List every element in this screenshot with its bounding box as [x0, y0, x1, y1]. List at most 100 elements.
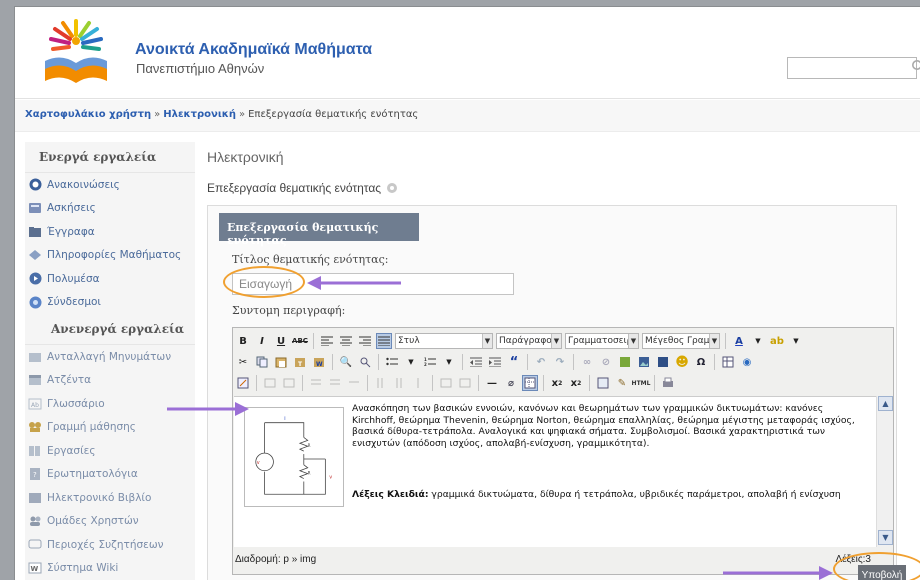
remove-format-icon[interactable]: ⌀	[503, 375, 519, 391]
sidebar-item-documents[interactable]: Έγγραφα	[25, 220, 195, 244]
print-icon[interactable]	[660, 375, 676, 391]
justify-icon[interactable]	[376, 333, 392, 349]
toolbar-separator	[725, 333, 726, 349]
bullet-list-icon[interactable]	[384, 354, 400, 370]
delete-row-icon[interactable]	[346, 375, 362, 391]
redo-icon[interactable]: ↷	[552, 354, 568, 370]
annotation-arrow-icon	[167, 402, 249, 416]
sidebar-item-course-info[interactable]: Πληροφορίες Μαθήματος	[25, 244, 195, 268]
numbered-list-icon[interactable]: 12	[422, 354, 438, 370]
image-icon[interactable]	[636, 354, 652, 370]
chevron-down-icon[interactable]: ▼	[441, 354, 457, 370]
font-size-select[interactable]: Μέγεθος Γραμ ▼	[642, 333, 720, 349]
editor-scrollbar[interactable]: ▲ ▼	[876, 396, 893, 547]
sidebar-item-forums[interactable]: Περιοχές Συζητήσεων	[25, 533, 195, 557]
paste-text-icon[interactable]: T	[292, 354, 308, 370]
sidebar-item-user-groups[interactable]: Ομάδες Χρηστών	[25, 510, 195, 534]
merge-cells-icon[interactable]	[457, 375, 473, 391]
delete-col-icon[interactable]	[411, 375, 427, 391]
toolbar-separator	[462, 354, 463, 370]
chevron-down-icon[interactable]: ▼	[788, 333, 804, 349]
highlight-color-icon[interactable]: ab	[769, 333, 785, 349]
description-label: Συντομη περιγραφή:	[232, 304, 346, 317]
sidebar-item-multimedia[interactable]: Πολυμέσα	[25, 267, 195, 291]
sidebar-item-announcements[interactable]: Ανακοινώσεις	[25, 173, 195, 197]
html-icon[interactable]: HTML	[632, 375, 651, 391]
scroll-up-icon[interactable]: ▲	[878, 396, 893, 411]
site-title[interactable]: Ανοικτά Ακαδημαϊκά Μαθήματα	[135, 41, 372, 59]
insert-row-icon[interactable]	[308, 375, 324, 391]
paste-icon[interactable]	[273, 354, 289, 370]
emoticon-icon[interactable]: ☻	[674, 354, 690, 370]
paragraph-select[interactable]: Παράγραφος ▼	[496, 333, 562, 349]
gear-icon[interactable]	[385, 181, 399, 195]
search-input[interactable]	[787, 57, 917, 79]
sidebar-item-links[interactable]: Σύνδεσμοι	[25, 291, 195, 315]
chevron-down-icon[interactable]: ▼	[403, 354, 419, 370]
sidebar-item-label: Ομάδες Χρηστών	[47, 515, 139, 528]
preview-icon[interactable]: ◉	[739, 354, 755, 370]
strikethrough-icon[interactable]: ABC	[292, 333, 308, 349]
cleanup-icon[interactable]: ✎	[614, 375, 630, 391]
superscript-icon[interactable]: x2	[568, 375, 584, 391]
paste-word-icon[interactable]: W	[311, 354, 327, 370]
editor-content[interactable]: v v i R R Ανασκόπηση των βασικών εννοιών…	[234, 396, 876, 547]
blockquote-icon[interactable]: “	[506, 354, 522, 370]
sidebar-item-agenda[interactable]: Ατζέντα	[25, 369, 195, 393]
split-cells-icon[interactable]	[438, 375, 454, 391]
breadcrumb-portfolio-link[interactable]: Χαρτοφυλάκιο χρήστη	[25, 109, 151, 120]
find-icon[interactable]: 🔍	[338, 354, 354, 370]
link-icon[interactable]: ∞	[579, 354, 595, 370]
text-color-icon[interactable]: A	[731, 333, 747, 349]
sidebar-item-assignments[interactable]: Εργασίες	[25, 439, 195, 463]
insert-row-after-icon[interactable]	[327, 375, 343, 391]
code-icon[interactable]	[595, 375, 611, 391]
scroll-down-icon[interactable]: ▼	[878, 530, 893, 545]
edit-css-icon[interactable]	[235, 375, 251, 391]
italic-icon[interactable]: I	[254, 333, 270, 349]
toolbar-separator	[432, 375, 433, 391]
course-description: Ανασκόπηση των βασικών εννοιών, κανόνων …	[352, 403, 855, 449]
align-right-icon[interactable]	[357, 333, 373, 349]
outdent-icon[interactable]	[468, 354, 484, 370]
circuit-diagram-image[interactable]: v v i R R	[244, 407, 344, 507]
table-cell-icon[interactable]	[281, 375, 297, 391]
align-center-icon[interactable]	[338, 333, 354, 349]
toolbar-separator	[714, 354, 715, 370]
indent-icon[interactable]	[487, 354, 503, 370]
bold-icon[interactable]: B	[235, 333, 251, 349]
sidebar-item-ebook[interactable]: Ηλεκτρονικό Βιβλίο	[25, 486, 195, 510]
style-select[interactable]: Στυλ ▼	[395, 333, 493, 349]
sidebar-item-learning-path[interactable]: Γραμμή μάθησης	[25, 416, 195, 440]
info-icon	[28, 248, 42, 262]
breadcrumb-course-link[interactable]: Ηλεκτρονική	[163, 109, 236, 120]
special-char-icon[interactable]: Ω	[693, 354, 709, 370]
media-icon[interactable]	[655, 354, 671, 370]
sidebar-item-wiki[interactable]: W Σύστημα Wiki	[25, 557, 195, 580]
visual-aid-icon[interactable]	[522, 375, 538, 391]
table-row-icon[interactable]	[262, 375, 278, 391]
subscript-icon[interactable]: x2	[549, 375, 565, 391]
site-subtitle: Πανεπιστήμιο Αθηνών	[136, 61, 265, 76]
insert-col-after-icon[interactable]	[392, 375, 408, 391]
chevron-down-icon[interactable]: ▼	[750, 333, 766, 349]
horizontal-rule-icon[interactable]: —	[484, 375, 500, 391]
underline-icon[interactable]: U	[273, 333, 289, 349]
sidebar-item-exercises[interactable]: Ασκήσεις	[25, 197, 195, 221]
replace-icon[interactable]	[357, 354, 373, 370]
search-icon[interactable]	[911, 59, 920, 75]
font-select[interactable]: Γραμματοσειρ ▼	[565, 333, 639, 349]
cut-icon[interactable]: ✂	[235, 354, 251, 370]
undo-icon[interactable]: ↶	[533, 354, 549, 370]
align-left-icon[interactable]	[319, 333, 335, 349]
sidebar-item-label: Σύνδεσμοι	[47, 296, 101, 309]
insert-col-icon[interactable]	[373, 375, 389, 391]
breadcrumb-current: Επεξεργασία θεματικής ενότητας	[248, 109, 419, 120]
sidebar-item-questionnaires[interactable]: ? Ερωτηματολόγια	[25, 463, 195, 487]
anchor-icon[interactable]	[617, 354, 633, 370]
copy-icon[interactable]	[254, 354, 270, 370]
wiki-icon: W	[28, 561, 42, 575]
unlink-icon[interactable]: ⊘	[598, 354, 614, 370]
sidebar-item-messages[interactable]: Ανταλλαγή Μηνυμάτων	[25, 345, 195, 369]
table-icon[interactable]	[720, 354, 736, 370]
